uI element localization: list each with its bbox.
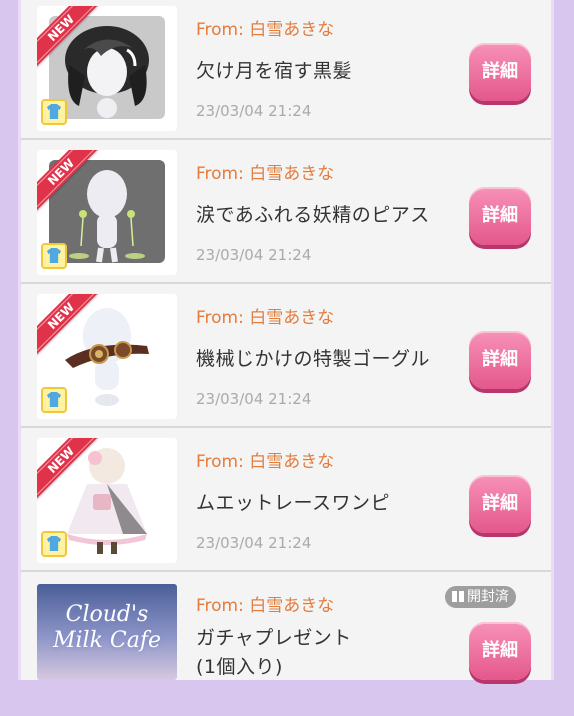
- received-date: 23/03/04 21:24: [196, 246, 312, 264]
- item-thumbnail: NEW: [37, 438, 177, 563]
- cafe-banner-image: Cloud's Milk Cafe: [37, 584, 177, 680]
- detail-button[interactable]: 詳細: [469, 187, 531, 245]
- sender-label: From: 白雪あきな: [196, 20, 335, 40]
- sender-label: From: 白雪あきな: [196, 596, 335, 616]
- detail-button[interactable]: 詳細: [469, 43, 531, 101]
- item-name-line1: ガチャプレゼント: [196, 627, 352, 649]
- opened-status-badge: 開封済: [445, 586, 516, 608]
- item-name: 欠け月を宿す黒髪: [196, 60, 353, 82]
- fairy-earrings-image: [69, 170, 145, 263]
- item-thumbnail: NEW: [37, 294, 177, 419]
- gift-list-item-gacha: Cloud's Milk Cafe 開封済 From: 白雪あきな ガチャプレゼ…: [21, 574, 551, 716]
- opened-status-label: 開封済: [467, 589, 509, 605]
- item-name: 機械じかけの特製ゴーグル: [196, 348, 431, 370]
- banner-title-line2: Milk Cafe: [52, 628, 162, 653]
- sender-label: From: 白雪あきな: [196, 164, 335, 184]
- gift-list-item: NEW From: 白雪あきな 涙であふれる妖精のピアス 23/03/04 21…: [21, 142, 551, 284]
- gift-list-item: NEW From: 白雪あきな 機械じかけの特製ゴーグル 23/03/04 21…: [21, 286, 551, 428]
- detail-button[interactable]: 詳細: [469, 622, 531, 680]
- detail-button[interactable]: 詳細: [469, 475, 531, 533]
- shirt-icon: [41, 243, 67, 269]
- item-name-line2: (1個入り): [196, 656, 283, 678]
- shirt-icon: [41, 99, 67, 125]
- received-date: 23/03/04 21:24: [196, 102, 312, 120]
- received-date: 23/03/04 21:24: [196, 390, 312, 408]
- gift-list-item: NEW From: 白雪あきな ムエットレースワンピ 23/03/04 21:2…: [21, 430, 551, 572]
- item-thumbnail: NEW: [37, 6, 177, 131]
- item-thumbnail: NEW: [37, 150, 177, 275]
- item-name: 涙であふれる妖精のピアス: [196, 204, 430, 226]
- item-name: ムエットレースワンピ: [196, 492, 391, 514]
- shirt-icon: [41, 387, 67, 413]
- shirt-icon: [41, 531, 67, 557]
- sender-label: From: 白雪あきな: [196, 452, 335, 472]
- black-hair-image: [65, 26, 149, 118]
- banner-title-line1: Cloud's: [65, 602, 149, 627]
- gift-list-item: NEW From: 白雪あきな 欠け月を宿す黒髪 23/03/04 21:24 …: [21, 0, 551, 140]
- gift-list-panel: NEW From: 白雪あきな 欠け月を宿す黒髪 23/03/04 21:24 …: [18, 0, 554, 680]
- item-name: ガチャプレゼント (1個入り): [196, 624, 352, 682]
- received-date: 23/03/04 21:24: [196, 534, 312, 552]
- detail-button[interactable]: 詳細: [469, 331, 531, 389]
- gift-icon: [452, 591, 464, 602]
- sender-label: From: 白雪あきな: [196, 308, 335, 328]
